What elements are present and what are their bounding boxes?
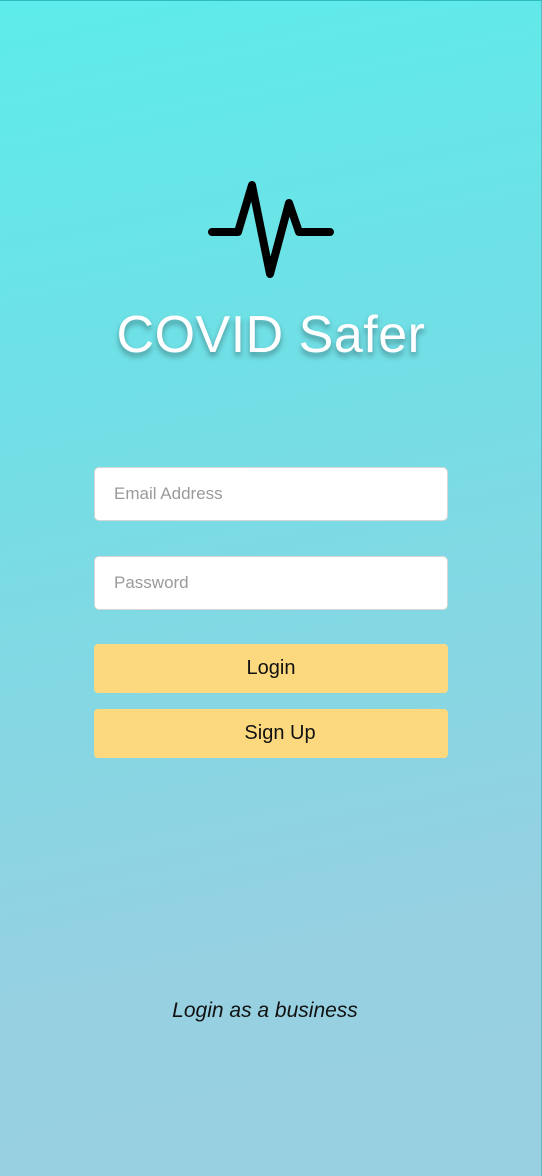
email-field[interactable] [94, 467, 448, 521]
sign-up-button[interactable]: Sign Up [94, 709, 448, 758]
login-as-business-link[interactable]: Login as a business [0, 999, 530, 1023]
login-screen: COVID Safer Login Sign Up Login as a bus… [0, 0, 542, 1176]
heartbeat-pulse-icon [208, 181, 334, 278]
login-button[interactable]: Login [94, 644, 448, 693]
password-field[interactable] [94, 556, 448, 610]
app-title: COVID Safer [116, 306, 426, 364]
